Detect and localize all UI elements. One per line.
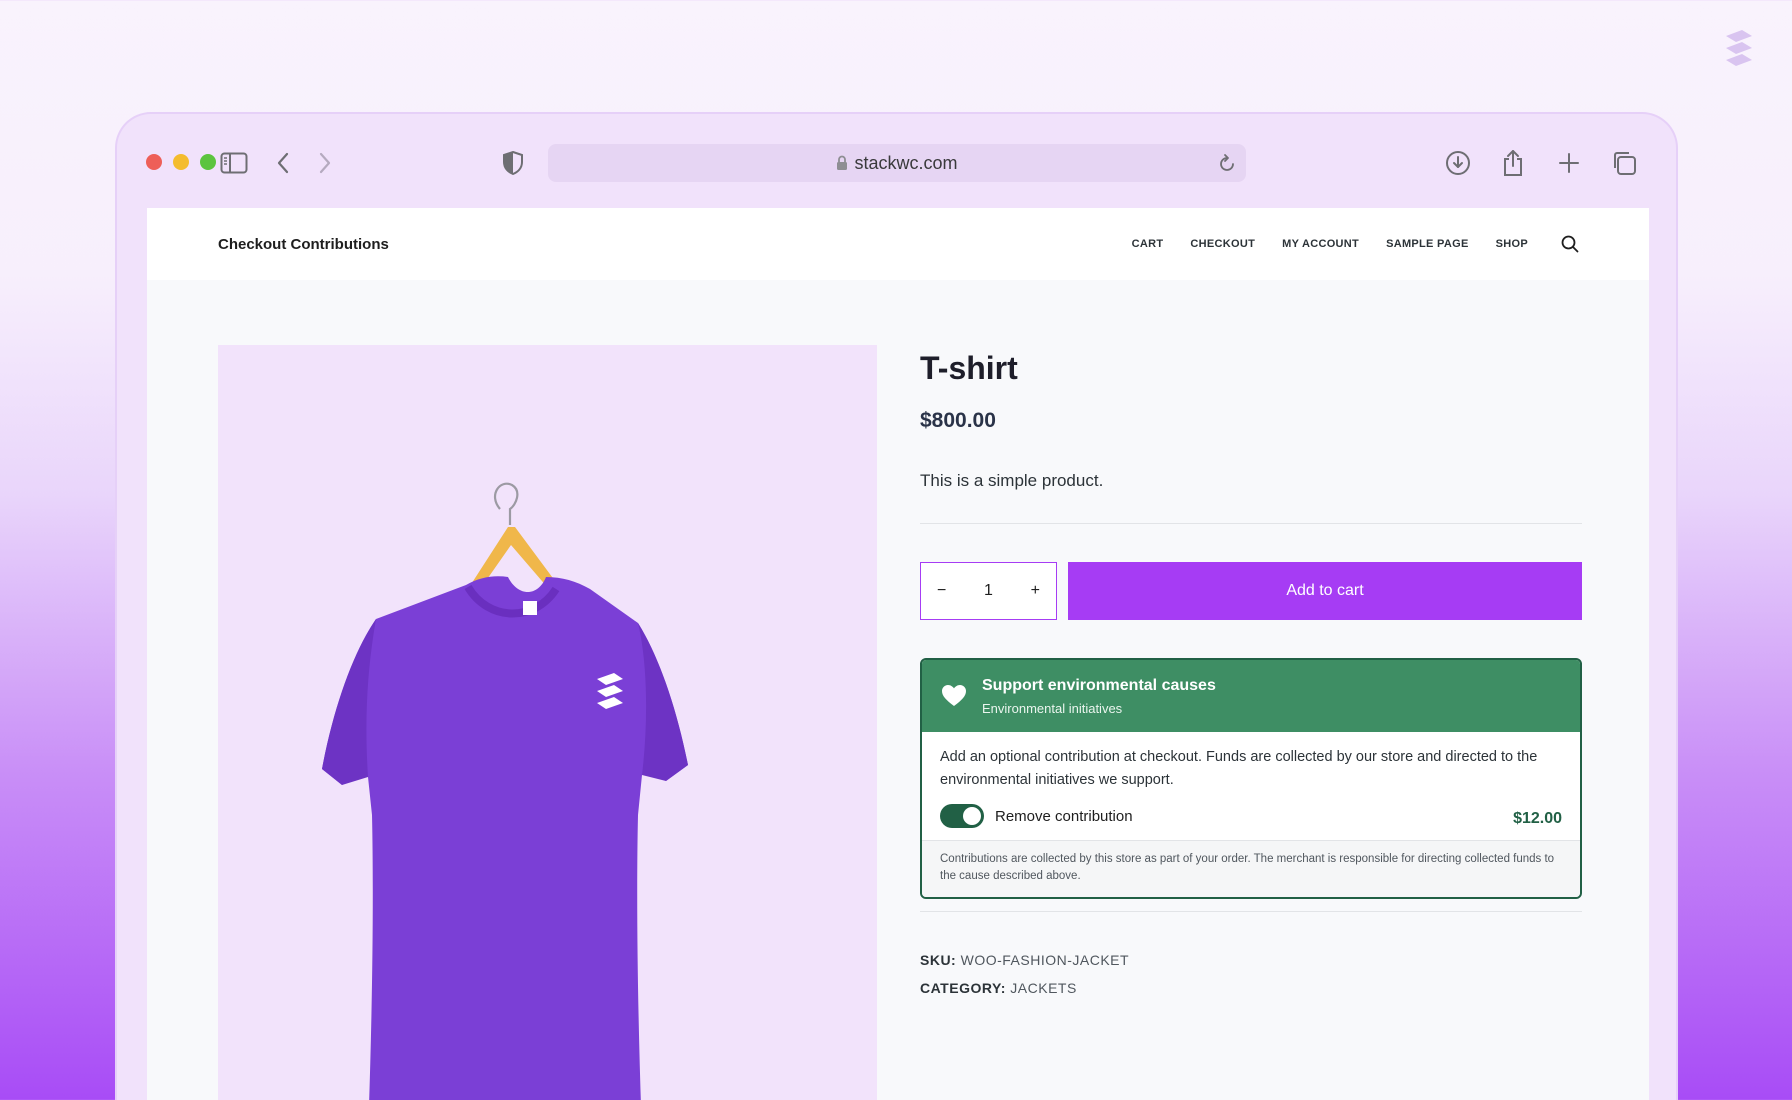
contribution-title: Support environmental causes <box>982 676 1216 694</box>
contribution-toggle[interactable] <box>940 804 984 828</box>
new-tab-icon[interactable] <box>1554 148 1584 178</box>
category-label: CATEGORY: <box>920 980 1006 996</box>
nav-item-sample-page[interactable]: SAMPLE PAGE <box>1386 238 1469 250</box>
reload-icon[interactable] <box>1218 153 1236 173</box>
nav-item-shop[interactable]: SHOP <box>1496 238 1528 250</box>
maximize-window-button[interactable] <box>200 154 216 170</box>
product-description: This is a simple product. <box>920 471 1104 490</box>
forward-icon[interactable] <box>310 148 340 178</box>
browser-toolbar: stackwc.com <box>117 114 1676 206</box>
nav-item-cart[interactable]: CART <box>1132 238 1164 250</box>
contribution-amount: $12.00 <box>1513 810 1562 827</box>
contribution-toggle-row: Remove contribution $12.00 <box>940 804 1562 828</box>
contribution-toggle-label[interactable]: Remove contribution <box>995 808 1133 825</box>
qty-increase-button[interactable]: + <box>1031 582 1040 600</box>
lock-icon <box>837 155 848 170</box>
add-to-cart-button[interactable]: Add to cart <box>1068 562 1582 620</box>
sku-row: SKU: WOO-FASHION-JACKET <box>920 952 1582 968</box>
nav-item-my-account[interactable]: MY ACCOUNT <box>1282 238 1359 250</box>
tabs-overview-icon[interactable] <box>1609 148 1639 178</box>
contribution-header: Support environmental causes Environment… <box>922 660 1580 732</box>
divider <box>920 911 1582 912</box>
product-summary: T-shirt $800.00 This is a simple product… <box>920 345 1582 1008</box>
quantity-input[interactable]: 1 <box>984 582 993 600</box>
product-title: T-shirt <box>920 350 1018 386</box>
close-window-button[interactable] <box>146 154 162 170</box>
divider <box>920 523 1582 524</box>
back-icon[interactable] <box>268 148 298 178</box>
heart-icon <box>942 685 966 706</box>
contribution-text: Add an optional contribution at checkout… <box>940 749 1538 788</box>
site-header: Checkout Contributions CART CHECKOUT MY … <box>147 208 1649 280</box>
contribution-footnote: Contributions are collected by this stor… <box>922 840 1580 897</box>
sku-value: WOO-FASHION-JACKET <box>960 952 1130 968</box>
brand-logo-icon <box>1726 30 1752 66</box>
main-nav: CART CHECKOUT MY ACCOUNT SAMPLE PAGE SHO… <box>1105 234 1581 254</box>
sku-label: SKU: <box>920 952 957 968</box>
sidebar-icon[interactable] <box>219 148 249 178</box>
contribution-subtitle: Environmental initiatives <box>982 700 1123 716</box>
share-icon[interactable] <box>1498 148 1528 178</box>
product-image[interactable] <box>218 345 877 1100</box>
browser-window: stackwc.com Checkout Contributions CART … <box>115 112 1678 1100</box>
contribution-box: Support environmental causes Environment… <box>920 658 1582 899</box>
shield-icon[interactable] <box>498 148 528 178</box>
address-bar[interactable]: stackwc.com <box>548 144 1246 182</box>
search-icon[interactable] <box>1561 234 1581 254</box>
minimize-window-button[interactable] <box>173 154 189 170</box>
quantity-stepper[interactable]: − 1 + <box>920 562 1057 620</box>
nav-item-checkout[interactable]: CHECKOUT <box>1190 238 1255 250</box>
download-icon[interactable] <box>1443 148 1473 178</box>
category-row: CATEGORY: JACKETS <box>920 980 1582 996</box>
product-price: $800.00 <box>920 409 996 432</box>
product-meta: SKU: WOO-FASHION-JACKET CATEGORY: JACKET… <box>920 952 1582 996</box>
site-title[interactable]: Checkout Contributions <box>218 236 389 253</box>
qty-decrease-button[interactable]: − <box>937 582 946 600</box>
web-page: Checkout Contributions CART CHECKOUT MY … <box>147 208 1649 1100</box>
add-to-cart-form: − 1 + Add to cart <box>920 562 1582 620</box>
contribution-body: Add an optional contribution at checkout… <box>922 732 1580 840</box>
category-link[interactable]: JACKETS <box>1010 980 1077 996</box>
url-text: stackwc.com <box>854 152 958 173</box>
